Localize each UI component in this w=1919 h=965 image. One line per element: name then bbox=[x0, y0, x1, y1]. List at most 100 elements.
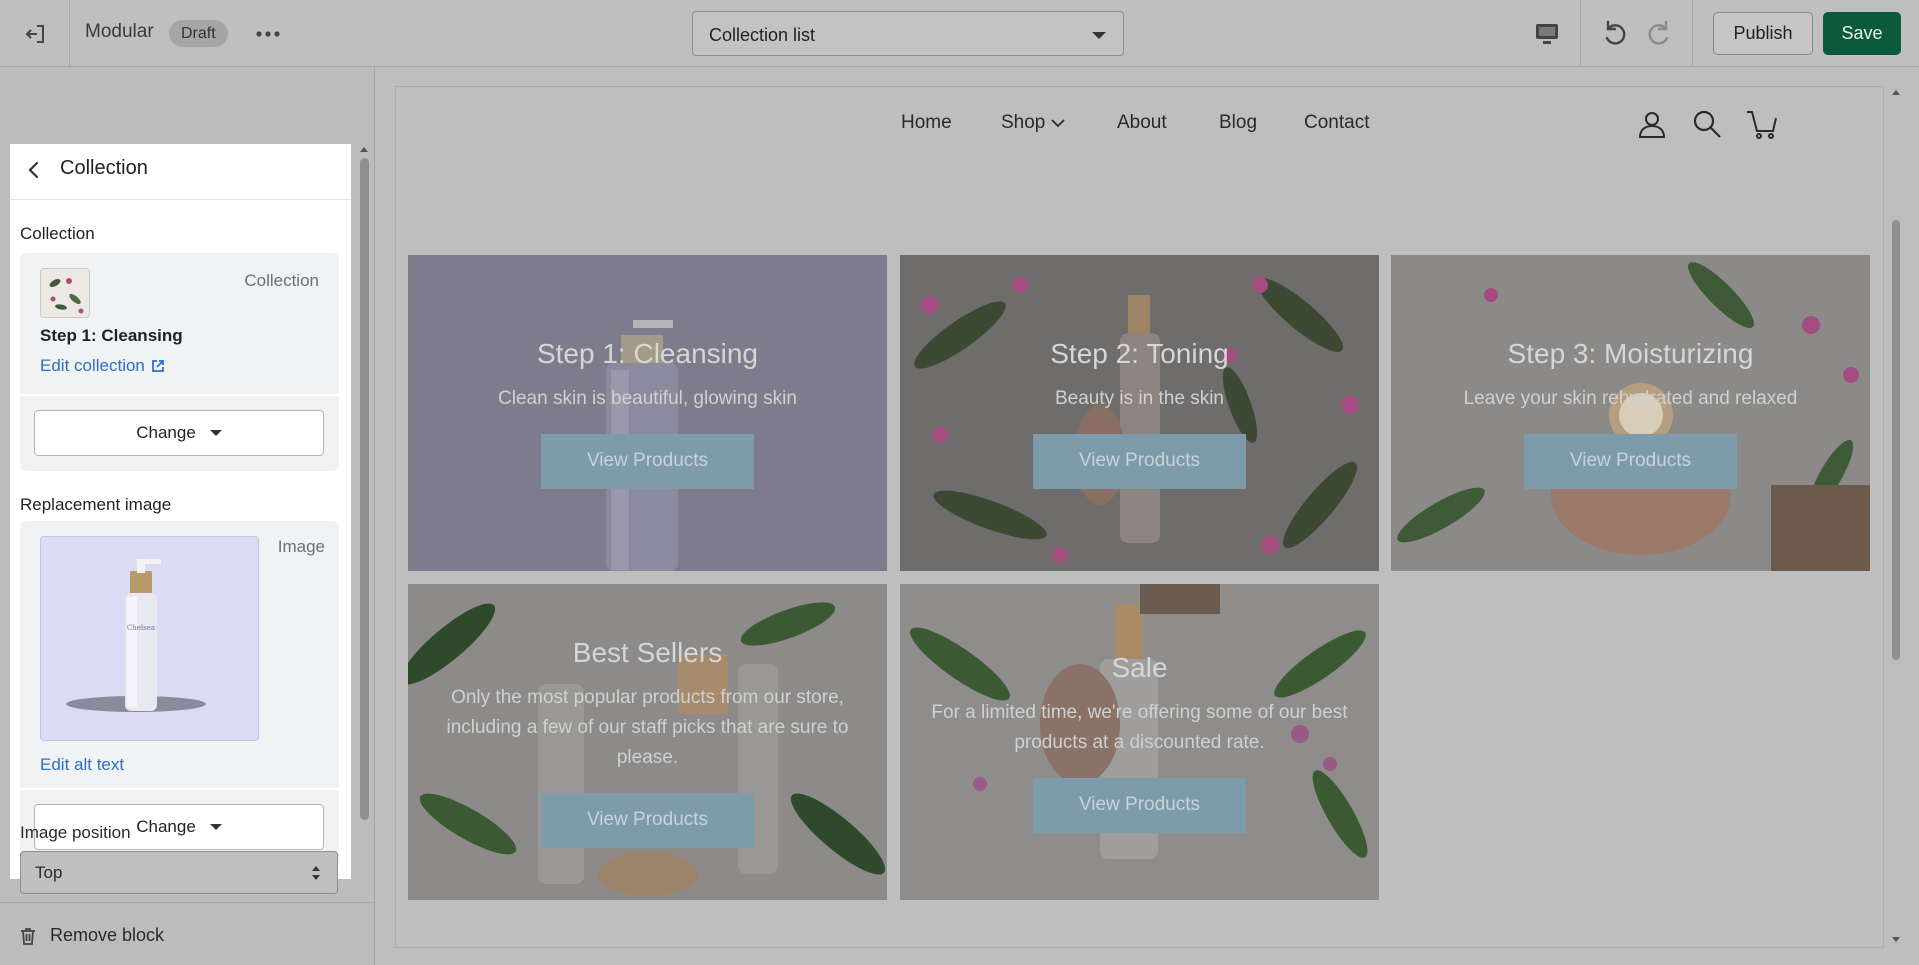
cart-button[interactable] bbox=[1746, 109, 1777, 139]
tile-content: Sale For a limited time, we're offering … bbox=[900, 584, 1379, 900]
caret-down-icon bbox=[209, 430, 222, 436]
edit-collection-label: Edit collection bbox=[40, 356, 145, 375]
collection-thumbnail bbox=[40, 268, 90, 318]
theme-name: Modular bbox=[85, 21, 154, 42]
desktop-icon bbox=[1536, 24, 1558, 44]
edit-alt-text-link[interactable]: Edit alt text bbox=[40, 755, 124, 775]
trash-icon bbox=[21, 927, 35, 945]
collection-tile[interactable]: Step 2: Toning Beauty is in the skin Vie… bbox=[900, 255, 1379, 571]
tile-content: Best Sellers Only the most popular produ… bbox=[408, 584, 887, 900]
remove-block-button[interactable]: Remove block bbox=[18, 925, 164, 946]
collection-name: Step 1: Cleansing bbox=[40, 326, 183, 345]
select-arrows-icon bbox=[312, 866, 320, 880]
tile-subtitle: Only the most popular products from our … bbox=[446, 686, 849, 768]
nav-link-contact[interactable]: Contact bbox=[1304, 112, 1369, 134]
nav-link-blog[interactable]: Blog bbox=[1219, 112, 1257, 134]
store-preview: Home Shop About Blog Contact Step 1: Cle… bbox=[396, 87, 1883, 947]
sidebar-scrollbar[interactable] bbox=[356, 144, 373, 964]
collection-card: Collection Step 1: Cleansing Edit collec… bbox=[20, 253, 339, 471]
account-button[interactable] bbox=[1637, 109, 1667, 139]
caret-down-icon bbox=[209, 824, 222, 830]
block-settings-panel: Collection Collection Collection Step 1:… bbox=[10, 144, 351, 879]
change-collection-button[interactable]: Change bbox=[34, 410, 324, 456]
cart-icon bbox=[1747, 111, 1777, 139]
search-icon bbox=[1693, 110, 1721, 138]
tile-subtitle: Beauty is in the skin bbox=[1055, 387, 1224, 409]
tile-title: Step 3: Moisturizing bbox=[1507, 337, 1754, 369]
image-card: Chelsea Image Edit alt text Change bbox=[20, 521, 339, 867]
status-badge: Draft bbox=[169, 20, 228, 47]
collection-image bbox=[41, 269, 89, 317]
divider bbox=[20, 394, 339, 396]
collection-tile[interactable]: Step 1: Cleansing Clean skin is beautifu… bbox=[408, 255, 887, 571]
nav-link-shop[interactable]: Shop bbox=[1001, 112, 1066, 134]
redo-icon bbox=[1648, 20, 1669, 45]
image-position-value: Top bbox=[35, 863, 63, 882]
store-nav: Home Shop About Blog Contact bbox=[396, 87, 1883, 167]
svg-text:Chelsea: Chelsea bbox=[127, 624, 155, 632]
replacement-image-section-label: Replacement image bbox=[20, 495, 172, 514]
tile-title: Best Sellers bbox=[572, 636, 723, 668]
edit-alt-text-label: Edit alt text bbox=[40, 755, 125, 774]
divider bbox=[1580, 0, 1581, 67]
sidebar-footer: Remove block bbox=[0, 902, 374, 965]
tile-subtitle: For a limited time, we're offering some … bbox=[931, 701, 1348, 753]
redo-button[interactable] bbox=[1646, 19, 1674, 47]
change-image-label: Change bbox=[136, 817, 196, 836]
divider bbox=[1692, 0, 1693, 67]
external-link-icon bbox=[151, 360, 164, 372]
scroll-down-arrow[interactable] bbox=[1892, 937, 1900, 942]
template-select-value: Collection list bbox=[709, 25, 816, 45]
remove-block-label: Remove block bbox=[50, 925, 165, 945]
scrollbar-thumb[interactable] bbox=[1892, 220, 1900, 660]
collection-tile[interactable]: Step 3: Moisturizing Leave your skin reh… bbox=[1391, 255, 1870, 571]
account-icon bbox=[1638, 112, 1666, 138]
search-button[interactable] bbox=[1692, 109, 1722, 139]
image-position-select[interactable]: Top bbox=[20, 851, 338, 894]
image-position-label: Image position bbox=[20, 823, 131, 842]
chevron-down-icon bbox=[1092, 32, 1106, 39]
view-products-button[interactable]: View Products bbox=[541, 792, 754, 848]
top-bar: Modular Draft Collection list Publish Sa… bbox=[0, 0, 1919, 67]
save-button[interactable]: Save bbox=[1823, 12, 1901, 55]
tile-content: Step 3: Moisturizing Leave your skin reh… bbox=[1391, 255, 1870, 571]
collection-tile[interactable]: Best Sellers Only the most popular produ… bbox=[408, 584, 887, 900]
nav-link-shop-label: Shop bbox=[1001, 112, 1046, 133]
tile-subtitle: Leave your skin rehydrated and relaxed bbox=[1463, 387, 1798, 409]
replacement-image-thumbnail[interactable]: Chelsea bbox=[40, 536, 259, 741]
exit-icon bbox=[25, 24, 44, 43]
view-products-button[interactable]: View Products bbox=[1524, 433, 1737, 489]
template-select[interactable]: Collection list bbox=[692, 11, 1124, 56]
view-products-button[interactable]: View Products bbox=[1033, 777, 1246, 833]
tile-title: Step 2: Toning bbox=[1050, 337, 1229, 369]
bottle-image: Chelsea bbox=[41, 537, 258, 740]
more-actions-button[interactable] bbox=[256, 22, 280, 46]
change-collection-label: Change bbox=[136, 423, 196, 442]
scrollbar-thumb[interactable] bbox=[360, 158, 369, 820]
view-products-button[interactable]: View Products bbox=[541, 433, 754, 489]
panel-header: Collection bbox=[10, 144, 351, 200]
collection-tile[interactable]: Sale For a limited time, we're offering … bbox=[900, 584, 1379, 900]
divider bbox=[20, 788, 339, 790]
chevron-down-icon bbox=[1051, 119, 1066, 128]
undo-icon bbox=[1605, 20, 1626, 45]
tile-subtitle: Clean skin is beautiful, glowing skin bbox=[498, 387, 797, 409]
preview-scrollbar[interactable] bbox=[1887, 87, 1905, 947]
desktop-view-button[interactable] bbox=[1534, 21, 1560, 47]
scroll-up-arrow[interactable] bbox=[360, 147, 368, 152]
undo-button[interactable] bbox=[1600, 19, 1628, 47]
tile-content: Step 1: Cleansing Clean skin is beautifu… bbox=[408, 255, 887, 571]
scroll-up-arrow[interactable] bbox=[1892, 90, 1900, 95]
back-button[interactable] bbox=[24, 159, 44, 181]
view-products-button[interactable]: View Products bbox=[1033, 433, 1246, 489]
publish-button[interactable]: Publish bbox=[1713, 12, 1813, 55]
collection-type-label: Collection bbox=[244, 271, 319, 290]
edit-collection-link[interactable]: Edit collection bbox=[40, 356, 165, 376]
exit-button[interactable] bbox=[0, 0, 70, 67]
settings-sidebar: Collection Collection Collection Step 1:… bbox=[0, 67, 375, 965]
image-type-label: Image bbox=[277, 537, 325, 556]
tile-content: Step 2: Toning Beauty is in the skin Vie… bbox=[900, 255, 1379, 571]
nav-link-home[interactable]: Home bbox=[901, 112, 952, 134]
nav-link-about[interactable]: About bbox=[1117, 112, 1167, 134]
chevron-left-icon bbox=[28, 161, 39, 179]
